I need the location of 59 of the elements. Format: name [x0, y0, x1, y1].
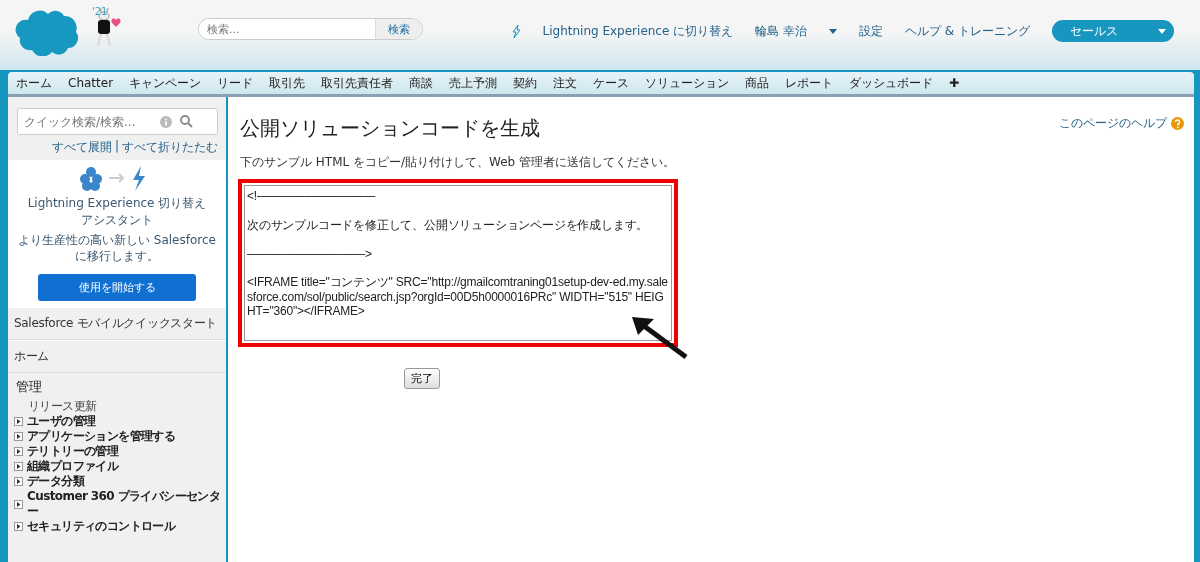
nav-tab[interactable]: ✚ — [941, 76, 968, 90]
promo-title: Lightning Experience 切り替えアシスタント — [26, 195, 208, 229]
search-field[interactable]: 検索... 検索 — [198, 18, 423, 40]
nav-tab[interactable]: 商品 — [737, 74, 778, 92]
nav-tab[interactable]: ケース — [585, 74, 638, 92]
promo-text: より生産性の高い新しい Salesforce に移行します。 — [17, 231, 217, 266]
page-title: 公開ソリューションコードを生成 — [240, 115, 540, 142]
header-link[interactable]: Lightning Experience に切り替え — [542, 22, 734, 40]
section-heading: 管理 — [15, 378, 43, 397]
tree-item[interactable]: セキュリティのコントロール — [27, 519, 176, 535]
expand-icon[interactable] — [14, 477, 23, 487]
header-link[interactable]: ヘルプ & トレーニング — [905, 22, 1030, 40]
search-icon[interactable] — [180, 115, 193, 128]
expand-icon[interactable] — [14, 522, 23, 532]
expand-icon[interactable] — [14, 499, 23, 509]
arrow-icon — [630, 315, 690, 361]
nav-tab[interactable]: 取引先責任者 — [313, 74, 402, 92]
tree-item[interactable]: 組織プロファイル — [27, 459, 119, 475]
instruction-text: 下のサンプル HTML をコピー/貼り付けして、Web 管理者に送信してください。 — [240, 154, 677, 171]
get-started-button[interactable]: 使用を開始する — [38, 274, 196, 302]
tree-item[interactable]: データ分類 — [27, 474, 84, 490]
nav-tab[interactable]: Chatter — [60, 76, 122, 90]
header-link[interactable]: 輪島 幸治 — [755, 22, 807, 40]
expand-all-link[interactable]: すべて展開 — [51, 139, 112, 156]
nav-tab[interactable]: キャンペーン — [121, 74, 210, 92]
tree-item[interactable]: テリトリーの管理 — [27, 444, 119, 460]
nav-tab[interactable]: ダッシュボード — [841, 74, 942, 92]
tree-item[interactable]: ユーザの管理 — [27, 414, 96, 430]
search-button[interactable]: 検索 — [375, 19, 422, 39]
nav-tab[interactable]: 注文 — [545, 74, 586, 92]
separator: | — [114, 139, 119, 155]
expand-icon[interactable] — [14, 417, 23, 427]
collapse-all-link[interactable]: すべて折りたたむ — [122, 139, 218, 156]
nav-tab[interactable]: リード — [209, 74, 262, 92]
code-field[interactable]: <!—————————— 次のサンプルコードを修正して、公開ソリューションページを作成します。 ——————————> <IFRAME title="コンテンツ" SRC="http://gmailcomtraning01setup-dev-ed.my.salesforce.com/sol/public/search.jsp?orgId=00D5h0000016PRc" WIDTH="515" HEIGHT="360"></IFRAME> — [244, 185, 672, 341]
year-label: '21 — [92, 6, 108, 17]
nav-tab[interactable]: 売上予測 — [441, 74, 506, 92]
nav-tab[interactable]: レポート — [777, 74, 842, 92]
tree-item[interactable]: Customer 360 プライバシーセンター — [27, 489, 222, 520]
nav-tab[interactable]: 取引先 — [261, 74, 314, 92]
header-link[interactable]: 設定 — [859, 22, 883, 40]
expand-icon[interactable] — [14, 462, 23, 472]
info-icon — [160, 115, 172, 128]
caret-icon[interactable] — [829, 28, 837, 34]
done-button[interactable]: 完了 — [404, 368, 440, 389]
quick-find-field[interactable]: クイック検索/検索... — [17, 108, 218, 135]
nav-tab[interactable]: 契約 — [505, 74, 546, 92]
expand-icon[interactable] — [14, 447, 23, 457]
tree-item[interactable]: リリース更新 — [8, 399, 226, 415]
nav-tab[interactable]: 商談 — [401, 74, 442, 92]
expand-icon[interactable] — [14, 432, 23, 442]
lightning-icon — [511, 24, 521, 38]
sidebar-section[interactable]: ホーム — [8, 340, 226, 374]
sidebar-section[interactable]: Salesforce モバイルクイックスタート — [8, 307, 226, 341]
nav-tab[interactable]: ソリューション — [637, 74, 738, 92]
caret-icon — [1158, 28, 1166, 34]
help-link[interactable]: このページのヘルプ — [1059, 115, 1167, 132]
nav-tab[interactable]: ホーム — [8, 74, 60, 92]
tree-item[interactable]: アプリケーションを管理する — [27, 429, 176, 445]
